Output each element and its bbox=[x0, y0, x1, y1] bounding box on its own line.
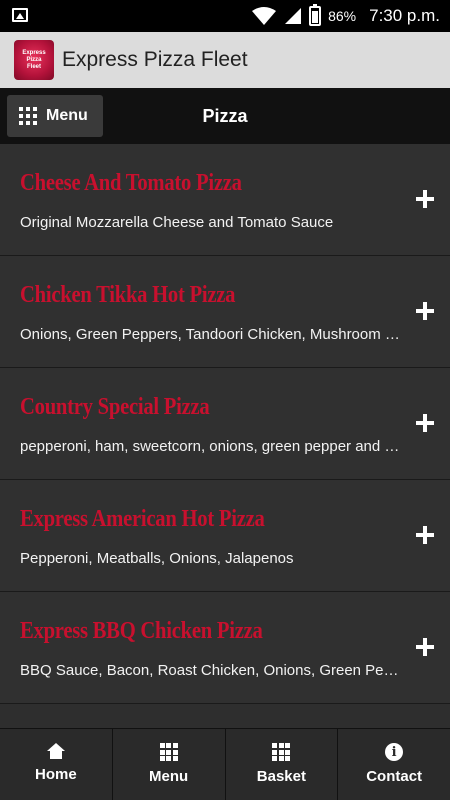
logo-text-line: Express bbox=[22, 49, 46, 56]
product-description: BBQ Sauce, Bacon, Roast Chicken, Onions,… bbox=[20, 662, 405, 679]
product-item[interactable]: Express American Hot Pizza Pepperoni, Me… bbox=[0, 480, 450, 592]
logo-text-line: Fleet bbox=[26, 63, 41, 70]
app-logo: Express Pizza Fleet bbox=[14, 40, 54, 80]
tab-basket[interactable]: Basket bbox=[226, 729, 339, 800]
status-indicators: 86% 7:30 p.m. bbox=[251, 4, 440, 27]
product-description: pepperoni, ham, sweetcorn, onions, green… bbox=[20, 438, 405, 455]
product-item[interactable]: Chicken Tikka Hot Pizza Onions, Green Pe… bbox=[0, 256, 450, 368]
tab-home[interactable]: Home bbox=[0, 729, 113, 800]
product-name: Express American Hot Pizza bbox=[20, 506, 265, 532]
menu-button-label: Menu bbox=[46, 107, 88, 124]
logo-text-line: Pizza bbox=[26, 56, 42, 63]
status-time: 7:30 p.m. bbox=[369, 6, 440, 25]
top-nav: Menu Pizza bbox=[0, 88, 450, 144]
product-item[interactable]: Country Special Pizza pepperoni, ham, sw… bbox=[0, 368, 450, 480]
menu-button[interactable]: Menu bbox=[7, 95, 103, 137]
grid-icon bbox=[19, 107, 37, 125]
battery-icon bbox=[309, 4, 322, 26]
product-description: Onions, Green Peppers, Tandoori Chicken,… bbox=[20, 326, 405, 343]
bottom-nav: Home Menu Basket i Contact bbox=[0, 728, 450, 800]
plus-icon[interactable] bbox=[416, 526, 434, 544]
product-name: Cheese And Tomato Pizza bbox=[20, 170, 242, 196]
signal-icon bbox=[285, 8, 302, 24]
tab-label: Menu bbox=[149, 768, 189, 785]
battery-percentage: 86% bbox=[328, 8, 357, 24]
info-icon: i bbox=[385, 743, 404, 761]
gallery-icon bbox=[12, 8, 28, 22]
product-name: Chicken Tikka Hot Pizza bbox=[20, 282, 236, 308]
wifi-icon bbox=[252, 7, 277, 25]
plus-icon[interactable] bbox=[416, 638, 434, 656]
app-title: Express Pizza Fleet bbox=[62, 48, 248, 71]
plus-icon[interactable] bbox=[416, 190, 434, 208]
plus-icon[interactable] bbox=[416, 414, 434, 432]
tab-label: Home bbox=[35, 766, 77, 783]
home-icon bbox=[46, 743, 65, 759]
product-description: Pepperoni, Meatballs, Onions, Jalapenos bbox=[20, 550, 294, 567]
product-item[interactable]: Cheese And Tomato Pizza Original Mozzare… bbox=[0, 144, 450, 256]
status-bar: 86% 7:30 p.m. bbox=[0, 0, 450, 32]
product-name: Country Special Pizza bbox=[20, 394, 210, 420]
tab-label: Contact bbox=[366, 768, 423, 785]
product-list[interactable]: Cheese And Tomato Pizza Original Mozzare… bbox=[0, 144, 450, 728]
tab-label: Basket bbox=[256, 768, 306, 785]
product-name: Express BBQ Chicken Pizza bbox=[20, 618, 263, 644]
plus-icon[interactable] bbox=[416, 302, 434, 320]
product-item[interactable]: Express BBQ Chicken Pizza BBQ Sauce, Bac… bbox=[0, 592, 450, 704]
grid-icon bbox=[272, 743, 291, 761]
product-description: Original Mozzarella Cheese and Tomato Sa… bbox=[20, 214, 334, 231]
grid-icon bbox=[159, 743, 178, 761]
tab-contact[interactable]: i Contact bbox=[338, 729, 450, 800]
tab-menu[interactable]: Menu bbox=[113, 729, 226, 800]
app-bar: Express Pizza Fleet Express Pizza Fleet bbox=[0, 32, 450, 88]
